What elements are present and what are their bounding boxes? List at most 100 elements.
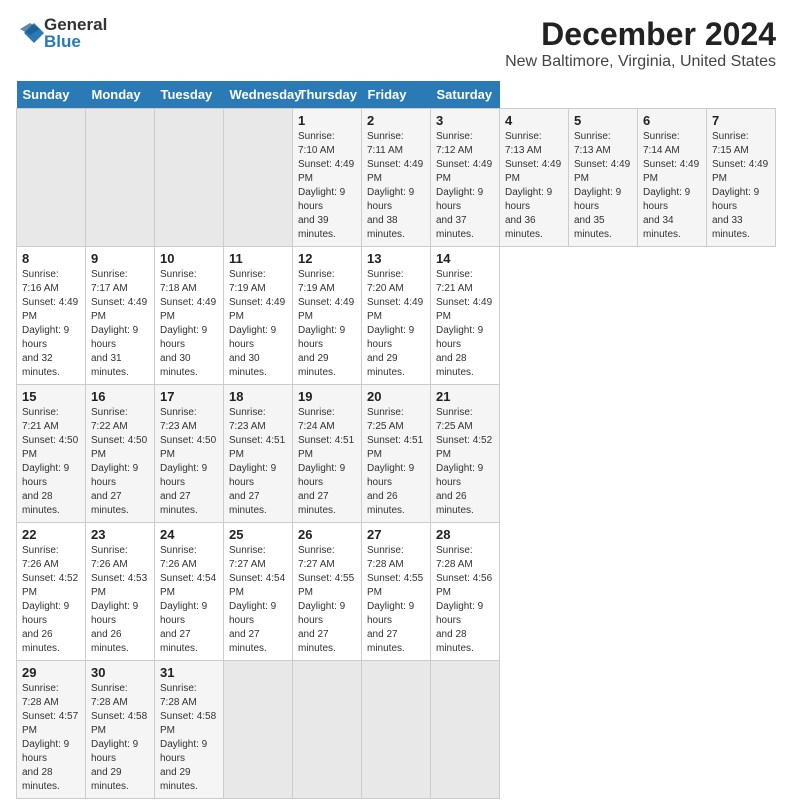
day-number: 16: [91, 389, 149, 404]
day-number: 25: [229, 527, 287, 542]
day-info: Sunrise: 7:26 AM Sunset: 4:52 PM Dayligh…: [22, 544, 80, 656]
header-day-friday: Friday: [362, 81, 431, 109]
empty-cell: [431, 661, 500, 799]
logo-blue: Blue: [44, 33, 107, 50]
empty-cell: [224, 661, 293, 799]
day-cell: 26Sunrise: 7:27 AM Sunset: 4:55 PM Dayli…: [293, 523, 362, 661]
day-info: Sunrise: 7:11 AM Sunset: 4:49 PM Dayligh…: [367, 130, 425, 242]
header-row: SundayMondayTuesdayWednesdayThursdayFrid…: [17, 81, 776, 109]
day-cell: 22 Sunrise: 7:26 AM Sunset: 4:52 PM Dayli…: [17, 523, 86, 661]
header-day-saturday: Saturday: [431, 81, 500, 109]
day-cell: 9 Sunrise: 7:17 AM Sunset: 4:49 PM Daylig…: [86, 247, 155, 385]
main-title: December 2024: [505, 16, 776, 53]
day-cell: 21 Sunrise: 7:25 AM Sunset: 4:52 PM Dayli…: [431, 385, 500, 523]
subtitle: New Baltimore, Virginia, United States: [505, 53, 776, 71]
day-number: 28: [436, 527, 494, 542]
day-number: 20: [367, 389, 425, 404]
day-cell: 5 Sunrise: 7:13 AM Sunset: 4:49 PM Daylig…: [569, 109, 638, 247]
day-info: Sunrise: 7:25 AM Sunset: 4:52 PM Dayligh…: [436, 406, 494, 518]
day-number: 22: [22, 527, 80, 542]
week-row-2: 8 Sunrise: 7:16 AM Sunset: 4:49 PM Daylig…: [17, 247, 776, 385]
day-cell: 20 Sunrise: 7:25 AM Sunset: 4:51 PM Dayli…: [362, 385, 431, 523]
day-number: 8: [22, 251, 80, 266]
day-cell: 27Sunrise: 7:28 AM Sunset: 4:55 PM Dayli…: [362, 523, 431, 661]
day-cell: 8 Sunrise: 7:16 AM Sunset: 4:49 PM Daylig…: [17, 247, 86, 385]
day-number: 26: [298, 527, 356, 542]
day-info: Sunrise: 7:21 AM Sunset: 4:50 PM Dayligh…: [22, 406, 80, 518]
day-cell: 30 Sunrise: 7:28 AM Sunset: 4:58 PM Dayli…: [86, 661, 155, 799]
header: General Blue December 2024 New Baltimore…: [16, 16, 776, 71]
day-number: 19: [298, 389, 356, 404]
empty-cell: [17, 109, 86, 247]
day-cell: 18Sunrise: 7:23 AM Sunset: 4:51 PM Dayli…: [224, 385, 293, 523]
week-row-4: 22 Sunrise: 7:26 AM Sunset: 4:52 PM Dayli…: [17, 523, 776, 661]
day-number: 12: [298, 251, 356, 266]
day-number: 11: [229, 251, 287, 266]
day-info: Sunrise: 7:28 AM Sunset: 4:58 PM Dayligh…: [91, 682, 149, 794]
day-number: 13: [367, 251, 425, 266]
day-info: Sunrise: 7:23 AM Sunset: 4:51 PM Dayligh…: [229, 406, 287, 518]
header-day-thursday: Thursday: [293, 81, 362, 109]
day-info: Sunrise: 7:25 AM Sunset: 4:51 PM Dayligh…: [367, 406, 425, 518]
day-number: 6: [643, 113, 701, 128]
day-cell: 15 Sunrise: 7:21 AM Sunset: 4:50 PM Dayli…: [17, 385, 86, 523]
empty-cell: [224, 109, 293, 247]
day-number: 21: [436, 389, 494, 404]
day-number: 2: [367, 113, 425, 128]
day-info: Sunrise: 7:23 AM Sunset: 4:50 PM Dayligh…: [160, 406, 218, 518]
day-info: Sunrise: 7:21 AM Sunset: 4:49 PM Dayligh…: [436, 268, 494, 380]
header-day-monday: Monday: [86, 81, 155, 109]
day-number: 5: [574, 113, 632, 128]
header-day-sunday: Sunday: [17, 81, 86, 109]
header-day-tuesday: Tuesday: [155, 81, 224, 109]
day-number: 3: [436, 113, 494, 128]
day-number: 29: [22, 665, 80, 680]
day-cell: 1 Sunrise: 7:10 AM Sunset: 4:49 PM Daylig…: [293, 109, 362, 247]
day-cell: 11Sunrise: 7:19 AM Sunset: 4:49 PM Dayli…: [224, 247, 293, 385]
day-number: 30: [91, 665, 149, 680]
day-info: Sunrise: 7:17 AM Sunset: 4:49 PM Dayligh…: [91, 268, 149, 380]
day-info: Sunrise: 7:10 AM Sunset: 4:49 PM Dayligh…: [298, 130, 356, 242]
header-day-wednesday: Wednesday: [224, 81, 293, 109]
empty-cell: [293, 661, 362, 799]
day-cell: 17 Sunrise: 7:23 AM Sunset: 4:50 PM Dayli…: [155, 385, 224, 523]
day-info: Sunrise: 7:13 AM Sunset: 4:49 PM Dayligh…: [505, 130, 563, 242]
day-cell: 13Sunrise: 7:20 AM Sunset: 4:49 PM Dayli…: [362, 247, 431, 385]
day-number: 9: [91, 251, 149, 266]
day-info: Sunrise: 7:13 AM Sunset: 4:49 PM Dayligh…: [574, 130, 632, 242]
day-cell: 28 Sunrise: 7:28 AM Sunset: 4:56 PM Dayli…: [431, 523, 500, 661]
day-cell: 4Sunrise: 7:13 AM Sunset: 4:49 PM Daylig…: [500, 109, 569, 247]
day-number: 27: [367, 527, 425, 542]
logo: General Blue: [16, 16, 107, 50]
day-cell: 2 Sunrise: 7:11 AM Sunset: 4:49 PM Daylig…: [362, 109, 431, 247]
week-row-5: 29 Sunrise: 7:28 AM Sunset: 4:57 PM Dayli…: [17, 661, 776, 799]
logo-general: General: [44, 16, 107, 33]
day-cell: 19 Sunrise: 7:24 AM Sunset: 4:51 PM Dayli…: [293, 385, 362, 523]
day-info: Sunrise: 7:16 AM Sunset: 4:49 PM Dayligh…: [22, 268, 80, 380]
day-number: 1: [298, 113, 356, 128]
day-number: 15: [22, 389, 80, 404]
day-cell: 25 Sunrise: 7:27 AM Sunset: 4:54 PM Dayli…: [224, 523, 293, 661]
day-info: Sunrise: 7:15 AM Sunset: 4:49 PM Dayligh…: [712, 130, 770, 242]
day-info: Sunrise: 7:26 AM Sunset: 4:54 PM Dayligh…: [160, 544, 218, 656]
day-cell: 31 Sunrise: 7:28 AM Sunset: 4:58 PM Dayli…: [155, 661, 224, 799]
day-info: Sunrise: 7:27 AM Sunset: 4:54 PM Dayligh…: [229, 544, 287, 656]
empty-cell: [86, 109, 155, 247]
day-number: 10: [160, 251, 218, 266]
day-cell: 6Sunrise: 7:14 AM Sunset: 4:49 PM Daylig…: [638, 109, 707, 247]
day-cell: 3Sunrise: 7:12 AM Sunset: 4:49 PM Daylig…: [431, 109, 500, 247]
day-cell: 24Sunrise: 7:26 AM Sunset: 4:54 PM Dayli…: [155, 523, 224, 661]
empty-cell: [362, 661, 431, 799]
day-info: Sunrise: 7:24 AM Sunset: 4:51 PM Dayligh…: [298, 406, 356, 518]
day-number: 14: [436, 251, 494, 266]
day-info: Sunrise: 7:28 AM Sunset: 4:56 PM Dayligh…: [436, 544, 494, 656]
logo-icon: [16, 19, 44, 47]
day-number: 31: [160, 665, 218, 680]
title-section: December 2024 New Baltimore, Virginia, U…: [505, 16, 776, 71]
day-number: 7: [712, 113, 770, 128]
day-number: 17: [160, 389, 218, 404]
day-info: Sunrise: 7:28 AM Sunset: 4:58 PM Dayligh…: [160, 682, 218, 794]
day-cell: 29 Sunrise: 7:28 AM Sunset: 4:57 PM Dayli…: [17, 661, 86, 799]
day-info: Sunrise: 7:28 AM Sunset: 4:57 PM Dayligh…: [22, 682, 80, 794]
day-cell: 16Sunrise: 7:22 AM Sunset: 4:50 PM Dayli…: [86, 385, 155, 523]
